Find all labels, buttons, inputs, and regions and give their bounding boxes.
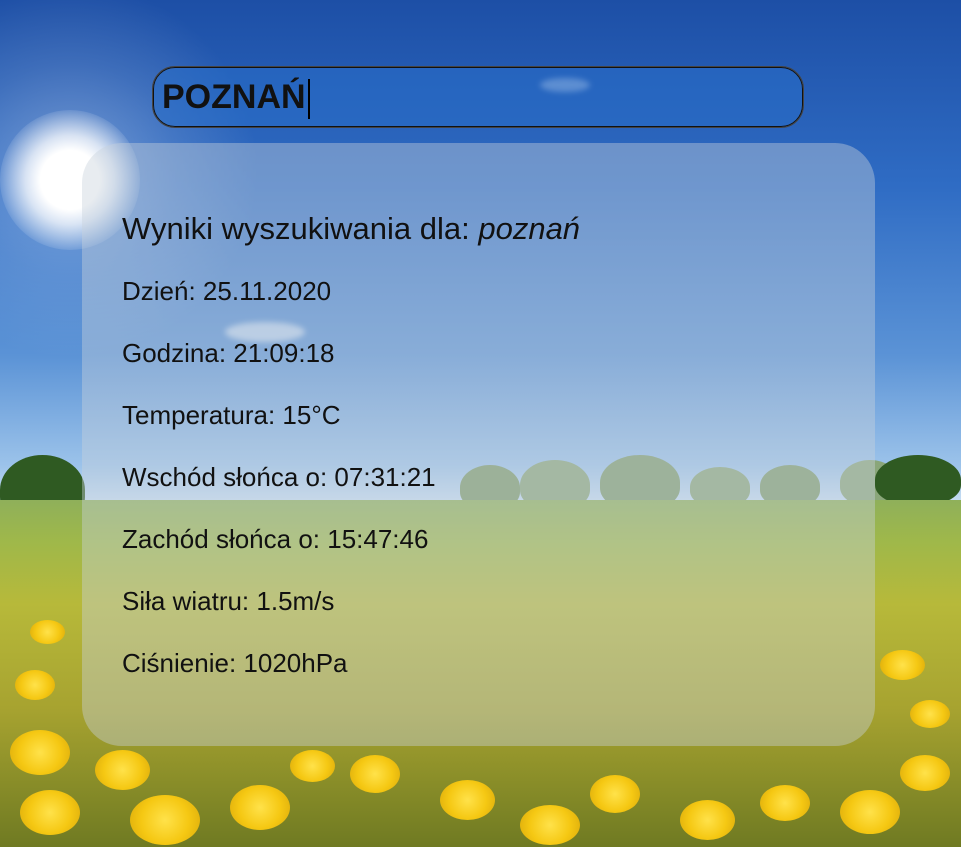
flower: [760, 785, 810, 821]
flower: [520, 805, 580, 845]
results-heading: Wyniki wyszukiwania dla: poznań: [122, 207, 580, 251]
result-temperature: Temperatura: 15°C: [122, 400, 341, 430]
result-pressure: Ciśnienie: 1020hPa: [122, 648, 348, 678]
results-query: poznań: [478, 211, 581, 246]
flower: [350, 755, 400, 793]
flower: [95, 750, 150, 790]
flower: [900, 755, 950, 791]
flower: [20, 790, 80, 835]
result-sunset: Zachód słońca o: 15:47:46: [122, 524, 429, 554]
flower: [840, 790, 900, 834]
flower: [590, 775, 640, 813]
result-time: Godzina: 21:09:18: [122, 338, 335, 368]
flower: [680, 800, 735, 840]
weather-results-panel: Wyniki wyszukiwania dla: poznań Dzień: 2…: [82, 143, 875, 746]
weather-results-content: Wyniki wyszukiwania dla: poznań Dzień: 2…: [122, 207, 580, 705]
flower: [440, 780, 495, 820]
flower: [15, 670, 55, 700]
flower: [290, 750, 335, 782]
flower: [30, 620, 65, 644]
city-search-input[interactable]: POZNAŃ: [152, 66, 804, 128]
flower: [910, 700, 950, 728]
result-wind-speed: Siła wiatru: 1.5m/s: [122, 586, 335, 616]
flower: [230, 785, 290, 830]
flower: [880, 650, 925, 680]
flower: [10, 730, 70, 775]
result-date: Dzień: 25.11.2020: [122, 276, 332, 306]
text-caret: [307, 79, 310, 120]
results-heading-prefix: Wyniki wyszukiwania dla:: [122, 211, 479, 246]
flower: [130, 795, 200, 845]
tree: [875, 455, 961, 505]
search-input-value: POZNAŃ: [162, 78, 306, 116]
result-sunrise: Wschód słońca o: 07:31:21: [122, 462, 436, 492]
